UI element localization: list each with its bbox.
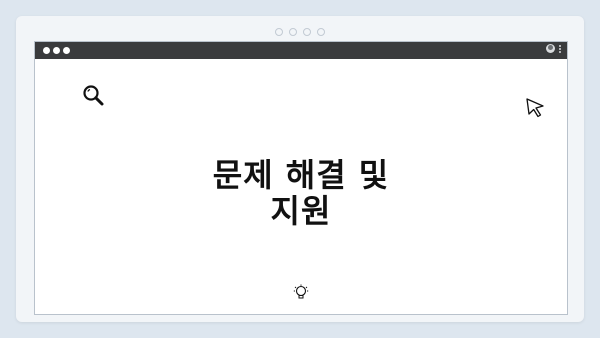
page-title-line-2: 지원 (270, 192, 332, 230)
close-window-dot[interactable] (43, 47, 50, 54)
pager-dot[interactable] (317, 28, 325, 36)
browser-titlebar (35, 42, 567, 59)
titlebar-actions (546, 44, 561, 53)
kebab-menu-icon[interactable] (559, 44, 561, 53)
pager-dots (16, 28, 584, 36)
slide-frame: 문제 해결 및 지원 (16, 16, 584, 322)
pager-dot[interactable] (289, 28, 297, 36)
page-title: 문제 해결 및 지원 (35, 157, 567, 229)
page-title-line-1: 문제 해결 및 (212, 156, 390, 194)
minimize-window-dot[interactable] (53, 47, 60, 54)
search-icon (83, 85, 104, 106)
window-controls (43, 47, 70, 54)
profile-icon[interactable] (546, 44, 555, 53)
page-content: 문제 해결 및 지원 (35, 59, 567, 314)
lightbulb-icon (293, 284, 309, 299)
pager-dot[interactable] (275, 28, 283, 36)
browser-window: 문제 해결 및 지원 (34, 41, 568, 315)
cursor-arrow-icon (526, 98, 544, 118)
maximize-window-dot[interactable] (63, 47, 70, 54)
pager-dot[interactable] (303, 28, 311, 36)
